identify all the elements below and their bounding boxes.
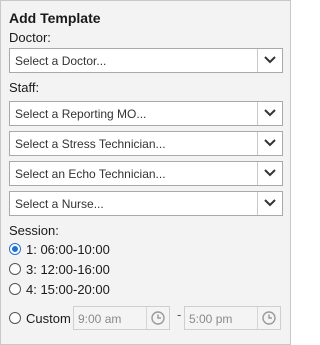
reporting-mo-dropdown-button[interactable] xyxy=(257,102,282,125)
doctor-dropdown-button[interactable] xyxy=(257,49,282,72)
chevron-down-icon xyxy=(264,56,276,64)
session-custom-label: Custom xyxy=(26,311,71,326)
nurse-select[interactable]: Select a Nurse... xyxy=(9,191,283,216)
session-radio-4[interactable] xyxy=(9,283,21,295)
session-radio-1[interactable] xyxy=(9,243,21,255)
staff-label: Staff: xyxy=(9,80,40,95)
custom-start-time-value: 9:00 am xyxy=(78,312,122,326)
add-template-panel: Add Template Doctor: Select a Doctor... … xyxy=(0,0,291,345)
stress-technician-select-text: Select a Stress Technician... xyxy=(15,137,166,151)
clock-icon xyxy=(262,311,276,325)
nurse-select-text: Select a Nurse... xyxy=(15,197,104,211)
reporting-mo-select[interactable]: Select a Reporting MO... xyxy=(9,101,283,126)
session-radio-3[interactable] xyxy=(9,263,21,275)
session-option-3-label: 3: 12:00-16:00 xyxy=(26,262,110,277)
custom-end-time-value: 5:00 pm xyxy=(189,312,233,326)
chevron-down-icon xyxy=(264,199,276,207)
custom-start-time[interactable]: 9:00 am xyxy=(73,306,170,330)
doctor-select[interactable]: Select a Doctor... xyxy=(9,48,283,73)
session-option-4-label: 4: 15:00-20:00 xyxy=(26,282,110,297)
end-time-clock-button[interactable] xyxy=(257,307,280,329)
nurse-dropdown-button[interactable] xyxy=(257,192,282,215)
echo-technician-select-text: Select an Echo Technician... xyxy=(15,167,166,181)
custom-end-time[interactable]: 5:00 pm xyxy=(184,306,281,330)
chevron-down-icon xyxy=(264,109,276,117)
chevron-down-icon xyxy=(264,169,276,177)
reporting-mo-select-text: Select a Reporting MO... xyxy=(15,107,147,121)
start-time-clock-button[interactable] xyxy=(146,307,169,329)
panel-title: Add Template xyxy=(9,10,101,26)
echo-technician-select[interactable]: Select an Echo Technician... xyxy=(9,161,283,186)
stress-technician-dropdown-button[interactable] xyxy=(257,132,282,155)
time-range-separator: - xyxy=(177,307,182,322)
doctor-label: Doctor: xyxy=(9,30,51,45)
stress-technician-select[interactable]: Select a Stress Technician... xyxy=(9,131,283,156)
clock-icon xyxy=(151,311,165,325)
session-radio-custom[interactable] xyxy=(9,312,21,324)
session-option-1-label: 1: 06:00-10:00 xyxy=(26,242,110,257)
chevron-down-icon xyxy=(264,139,276,147)
session-label: Session: xyxy=(9,223,59,238)
doctor-select-text: Select a Doctor... xyxy=(15,54,107,68)
echo-technician-dropdown-button[interactable] xyxy=(257,162,282,185)
